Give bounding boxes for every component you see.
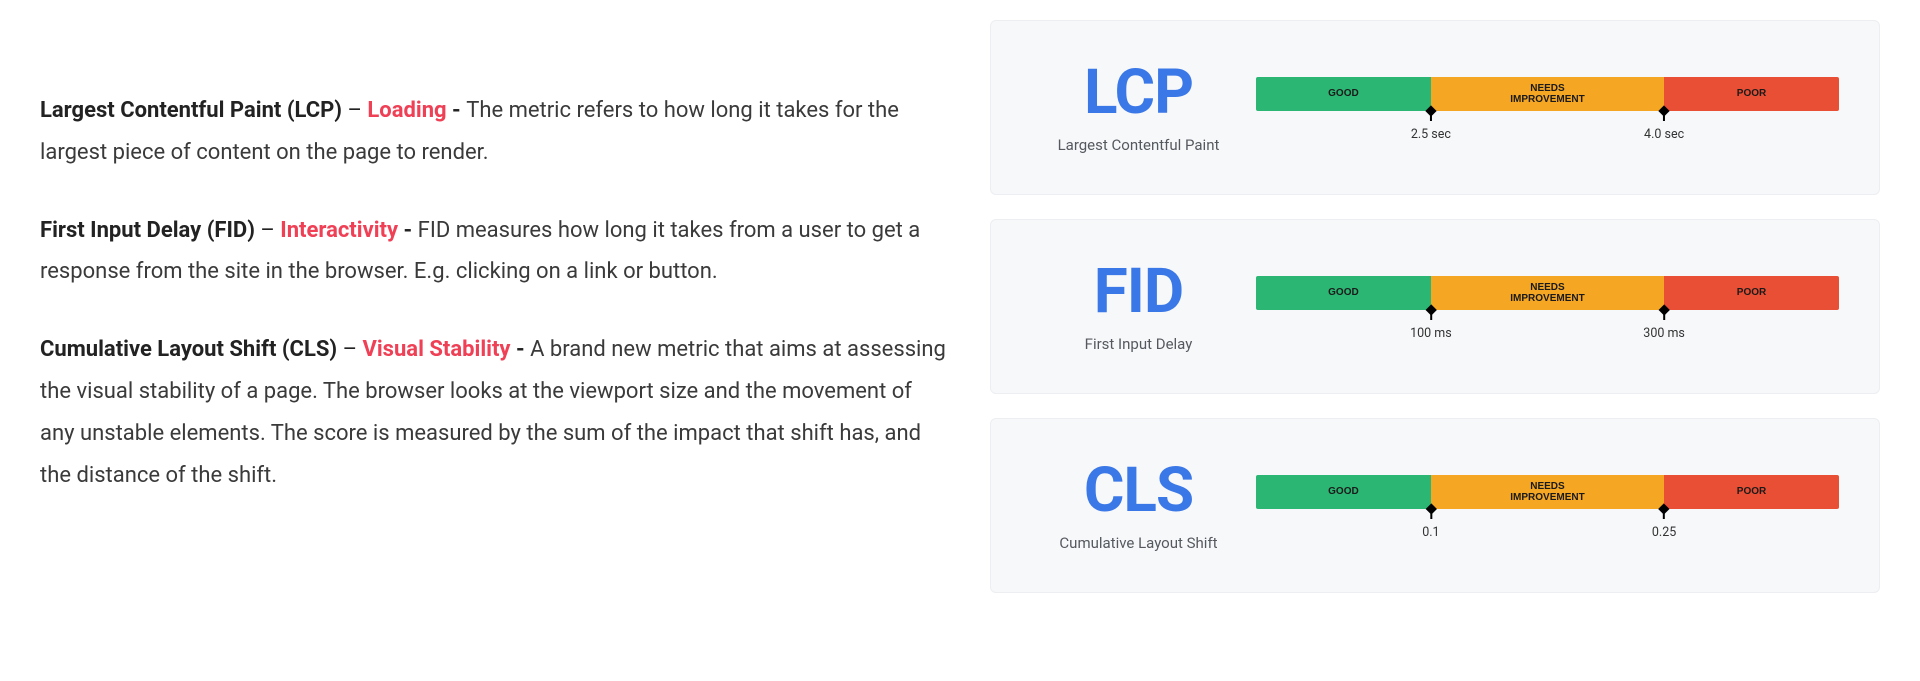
metric-fullname: Largest Contentful Paint [1021,136,1256,154]
metric-title-wrap: FID First Input Delay [1021,261,1256,353]
segment-good: GOOD [1256,77,1431,111]
metric-abbr: CLS [1021,460,1256,522]
segment-poor: POOR [1664,77,1839,111]
definition-fid: First Input Delay (FID) – Interactivity … [40,210,950,294]
threshold-bar: GOOD NEEDS IMPROVEMENT POOR 0.1 0.25 [1256,475,1839,509]
threshold-tick-1: 2.5 sec [1411,111,1451,142]
segment-good: GOOD [1256,475,1431,509]
tick-marker-icon [1430,509,1432,519]
segment-needs: NEEDS IMPROVEMENT [1431,77,1664,111]
metrics-column: LCP Largest Contentful Paint GOOD NEEDS … [990,20,1880,661]
term-category: Interactivity [280,218,398,243]
threshold-tick-1: 100 ms [1410,310,1452,341]
threshold-bar: GOOD NEEDS IMPROVEMENT POOR 2.5 sec 4.0 … [1256,77,1839,111]
tick-label: 2.5 sec [1411,127,1451,142]
segment-needs: NEEDS IMPROVEMENT [1431,475,1664,509]
tick-label: 100 ms [1410,326,1452,341]
metric-card-cls: CLS Cumulative Layout Shift GOOD NEEDS I… [990,418,1880,593]
definitions-column: Largest Contentful Paint (LCP) – Loading… [40,20,990,661]
tick-marker-icon [1663,509,1665,519]
tick-marker-icon [1663,310,1665,320]
separator: – [337,337,362,362]
metric-title-wrap: CLS Cumulative Layout Shift [1021,460,1256,552]
tick-label: 0.25 [1652,525,1676,540]
segment-needs: NEEDS IMPROVEMENT [1431,276,1664,310]
metric-abbr: FID [1021,261,1256,323]
definition-cls: Cumulative Layout Shift (CLS) – Visual S… [40,329,950,496]
definition-lcp: Largest Contentful Paint (LCP) – Loading… [40,90,950,174]
term-bold: First Input Delay (FID) [40,218,255,243]
term-bold: Largest Contentful Paint (LCP) [40,98,342,123]
threshold-bar-wrap: GOOD NEEDS IMPROVEMENT POOR 100 ms 300 m… [1256,272,1839,342]
threshold-bar-wrap: GOOD NEEDS IMPROVEMENT POOR 2.5 sec 4.0 … [1256,73,1839,143]
separator: – [255,218,280,243]
term-category: Loading [367,98,446,123]
tick-label: 300 ms [1643,326,1685,341]
dash: - [447,98,467,123]
threshold-tick-2: 300 ms [1643,310,1685,341]
metric-fullname: First Input Delay [1021,335,1256,353]
term-category: Visual Stability [362,337,510,362]
threshold-tick-2: 0.25 [1652,509,1676,540]
tick-marker-icon [1663,111,1665,121]
segment-poor: POOR [1664,276,1839,310]
term-bold: Cumulative Layout Shift (CLS) [40,337,337,362]
tick-label: 0.1 [1422,525,1439,540]
threshold-tick-2: 4.0 sec [1644,111,1684,142]
dash: - [398,218,418,243]
tick-marker-icon [1430,310,1432,320]
metric-abbr: LCP [1021,62,1256,124]
separator: – [342,98,367,123]
metric-title-wrap: LCP Largest Contentful Paint [1021,62,1256,154]
metric-card-fid: FID First Input Delay GOOD NEEDS IMPROVE… [990,219,1880,394]
segment-good: GOOD [1256,276,1431,310]
dash: - [511,337,531,362]
metric-card-lcp: LCP Largest Contentful Paint GOOD NEEDS … [990,20,1880,195]
tick-marker-icon [1430,111,1432,121]
threshold-tick-1: 0.1 [1422,509,1439,540]
tick-label: 4.0 sec [1644,127,1684,142]
threshold-bar-wrap: GOOD NEEDS IMPROVEMENT POOR 0.1 0.25 [1256,471,1839,541]
threshold-bar: GOOD NEEDS IMPROVEMENT POOR 100 ms 300 m… [1256,276,1839,310]
segment-poor: POOR [1664,475,1839,509]
metric-fullname: Cumulative Layout Shift [1021,534,1256,552]
